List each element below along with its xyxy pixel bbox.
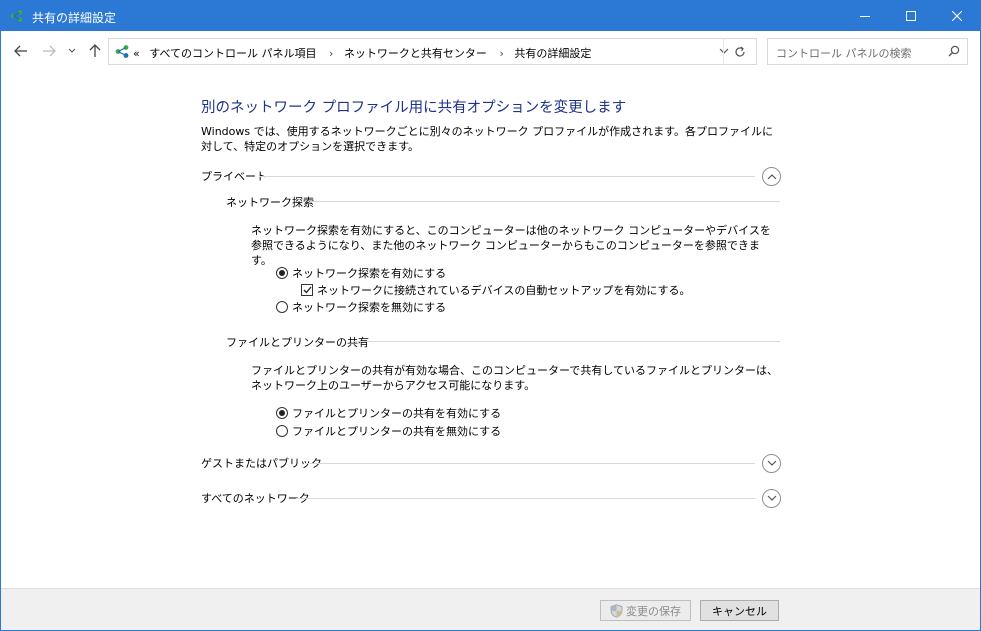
file-sharing-heading: ファイルとプリンターの共有 [226,336,369,349]
save-changes-button[interactable]: 変更の保存 [600,600,691,621]
shield-icon [610,603,623,618]
breadcrumb: « すべてのコントロール パネル項目 › ネットワークと共有センター › 共有の… [133,45,591,61]
title-bar[interactable]: 共有の詳細設定 [1,1,980,31]
search-box[interactable]: コントロール パネルの検索 [767,38,968,65]
auto-setup-label[interactable]: ネットワークに接続されているデバイスの自動セットアップを有効にする。 [317,282,690,298]
profile-private-label[interactable]: プライベート [201,168,267,184]
maximize-icon [906,11,916,21]
up-button[interactable] [85,41,105,61]
close-button[interactable] [934,1,980,31]
breadcrumb-all-control-panel-items[interactable]: すべてのコントロール パネル項目 [149,45,316,61]
address-bar[interactable]: « すべてのコントロール パネル項目 › ネットワークと共有センター › 共有の… [108,38,757,65]
network-discovery-description: ネットワーク探索を有効にすると、このコンピューターは他のネットワーク コンピュー… [251,224,771,267]
search-placeholder: コントロール パネルの検索 [776,47,912,60]
close-icon [952,11,962,21]
breadcrumb-separator[interactable]: › [329,47,333,60]
profile-private-toggle[interactable] [762,167,781,186]
arrow-right-icon [43,45,56,57]
window-title: 共有の詳細設定 [32,11,117,25]
main-content: 別のネットワーク プロファイル用に共有オプションを変更します Windows で… [1,73,980,588]
file-sharing-off-label[interactable]: ファイルとプリンターの共有を無効にする [292,423,501,439]
auto-setup-checkbox[interactable] [301,284,313,296]
profile-private-rule [259,176,755,177]
minimize-icon [860,16,870,17]
checkmark-icon [303,286,311,294]
forward-button[interactable] [39,41,59,61]
network-app-icon [10,10,23,22]
network-discovery-off-radio[interactable] [276,301,288,313]
profile-all-rule [296,498,755,499]
breadcrumb-network-sharing-center[interactable]: ネットワークと共有センター [344,45,487,61]
footer-bar: 変更の保存 キャンセル [1,588,980,630]
chevron-up-icon [767,174,776,180]
network-discovery-on-label[interactable]: ネットワーク探索を有効にする [292,265,446,281]
network-discovery-off-label[interactable]: ネットワーク探索を無効にする [292,299,446,315]
profile-guest-toggle[interactable] [762,454,781,473]
network-discovery-on-option[interactable]: ネットワーク探索を有効にする [276,265,446,281]
back-button[interactable] [11,41,31,61]
control-panel-window: 共有の詳細設定 « すべてのコントロール パネル項目 › ネットワークと共有セン… [0,0,981,631]
recent-locations-button[interactable] [65,41,79,61]
refresh-icon [735,46,745,57]
profile-all-toggle[interactable] [762,489,781,508]
profile-guest-rule [305,463,755,464]
navigation-bar: « すべてのコントロール パネル項目 › ネットワークと共有センター › 共有の… [1,31,980,73]
network-discovery-off-option[interactable]: ネットワーク探索を無効にする [276,299,446,315]
save-changes-label: 変更の保存 [626,604,681,618]
auto-setup-option[interactable]: ネットワークに接続されているデバイスの自動セットアップを有効にする。 [301,282,690,298]
file-sharing-off-radio[interactable] [276,425,288,437]
page-title: 別のネットワーク プロファイル用に共有オプションを変更します [201,100,627,116]
search-icon[interactable] [948,45,960,57]
cancel-label: キャンセル [712,604,767,618]
network-discovery-rule [310,201,780,202]
network-discovery-on-radio[interactable] [276,267,288,279]
breadcrumb-overflow[interactable]: « [133,47,140,60]
arrow-left-icon [14,45,27,57]
file-sharing-on-radio[interactable] [276,407,288,419]
file-sharing-rule [353,341,780,342]
file-sharing-off-option[interactable]: ファイルとプリンターの共有を無効にする [276,423,501,439]
minimize-button[interactable] [842,1,888,31]
chevron-down-icon [767,460,776,466]
page-description: Windows では、使用するネットワークごとに別々のネットワーク プロファイル… [201,125,773,153]
chevron-down-icon [767,495,776,501]
cancel-button[interactable]: キャンセル [700,600,779,621]
file-sharing-on-label[interactable]: ファイルとプリンターの共有を有効にする [292,405,501,421]
network-icon [115,45,129,58]
breadcrumb-separator[interactable]: › [499,47,503,60]
chevron-down-icon [68,48,76,53]
refresh-button[interactable] [724,38,757,65]
network-discovery-heading: ネットワーク探索 [226,196,314,209]
profile-guest-label[interactable]: ゲストまたはパブリック [201,455,322,471]
file-sharing-on-option[interactable]: ファイルとプリンターの共有を有効にする [276,405,501,421]
arrow-up-icon [89,44,101,57]
file-sharing-description: ファイルとプリンターの共有が有効な場合、このコンピューターで共有しているファイル… [251,364,779,392]
profile-all-label[interactable]: すべてのネットワーク [201,490,310,506]
breadcrumb-advanced-sharing[interactable]: 共有の詳細設定 [514,45,591,61]
maximize-button[interactable] [888,1,934,31]
